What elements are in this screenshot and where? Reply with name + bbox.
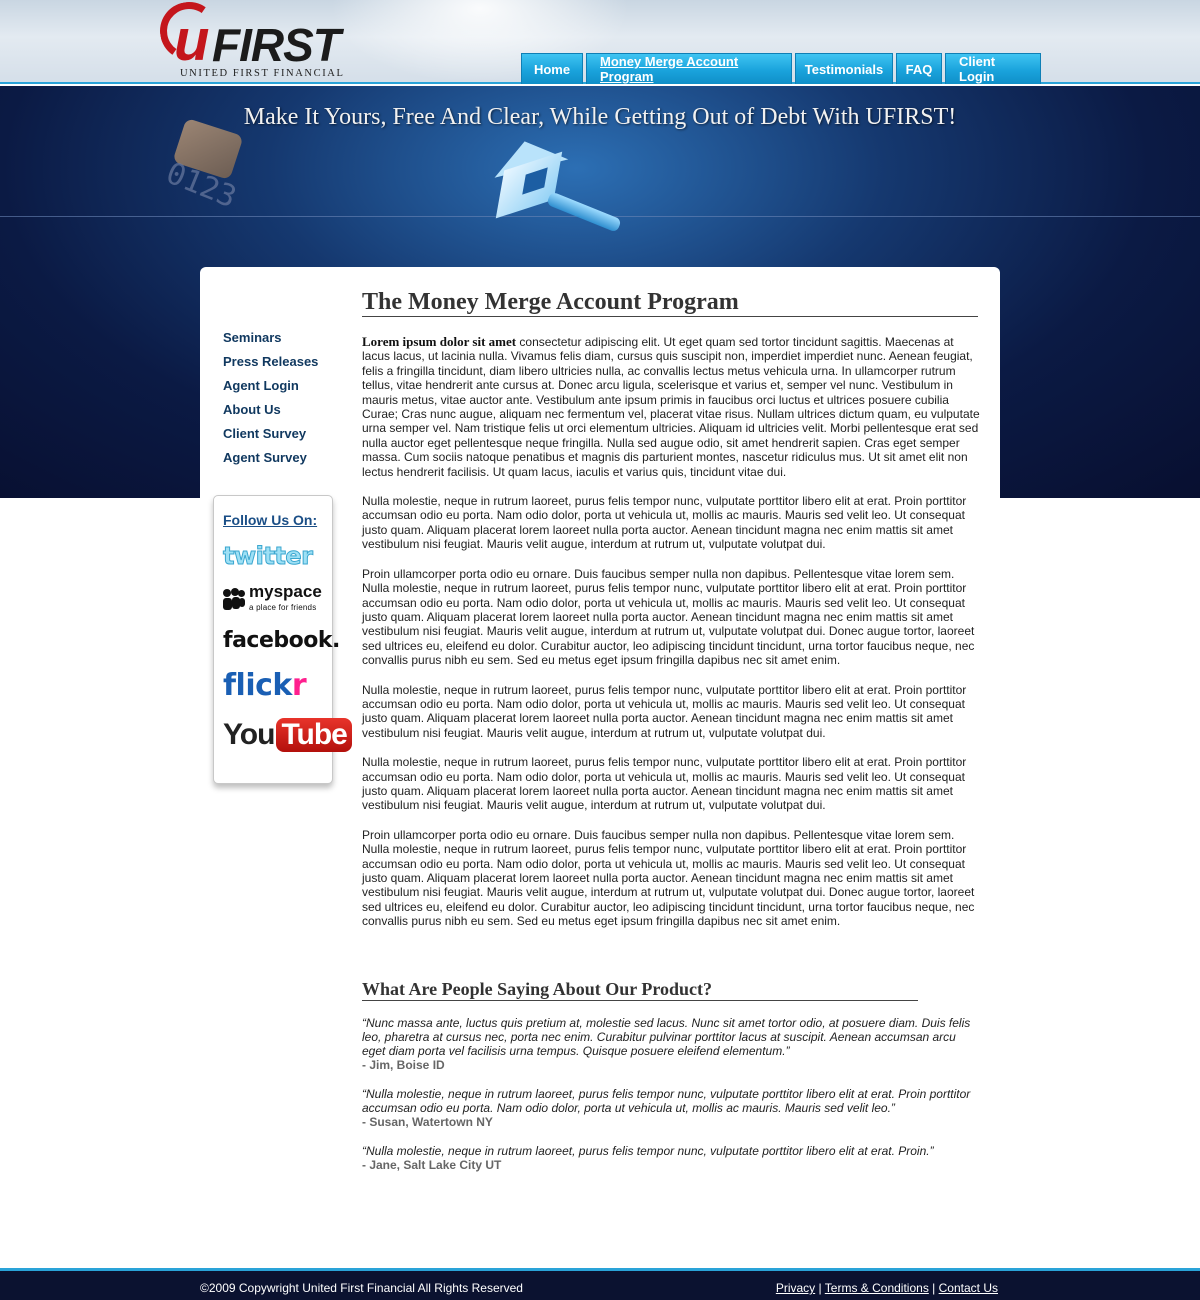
testimonial-quote: “Nulla molestie, neque in rutrum laoreet… [362, 1086, 971, 1115]
flickr-wordmark-a: flick [223, 668, 292, 703]
logo-u-letter: u [174, 8, 210, 73]
myspace-tagline: a place for friends [249, 603, 317, 612]
house-key-icon [487, 132, 628, 241]
body-paragraph-4: Nulla molestie, neque in rutrum laoreet,… [362, 682, 967, 740]
nav-home[interactable]: Home [521, 53, 583, 84]
nav-client-login[interactable]: Client Login [945, 53, 1041, 84]
body-paragraph-5: Nulla molestie, neque in rutrum laoreet,… [362, 755, 967, 813]
youtube-icon[interactable]: You Tube [223, 718, 352, 752]
myspace-wordmark: myspace [249, 582, 322, 601]
sidebar-item-seminars[interactable]: Seminars [223, 329, 318, 353]
copyright-text: ©2009 Copywright United First Financial … [200, 1281, 523, 1295]
site-header: u FIRST UNITED FIRST FINANCIAL Home Mone… [0, 0, 1200, 84]
sidebar-item-agent-survey[interactable]: Agent Survey [223, 449, 318, 473]
youtube-wordmark-a: You [223, 718, 275, 751]
footer-link-terms[interactable]: Terms & Conditions [825, 1281, 929, 1295]
follow-us-box: Follow Us On: twitter myspace a place fo… [213, 495, 352, 784]
site-footer: ©2009 Copywright United First Financial … [0, 1268, 1200, 1300]
sidebar-item-agent-login[interactable]: Agent Login [223, 377, 318, 401]
testimonial-quote: “Nulla molestie, neque in rutrum laoreet… [362, 1143, 934, 1158]
logo-subtitle: UNITED FIRST FINANCIAL [180, 68, 345, 79]
facebook-icon[interactable]: facebook. [223, 628, 340, 653]
intro-body: consectetur adipiscing elit. Ut eget qua… [362, 335, 980, 479]
ufirst-logo[interactable]: u FIRST UNITED FIRST FINANCIAL [155, 0, 360, 80]
intro-paragraph: Lorem ipsum dolor sit amet consectetur a… [362, 334, 982, 479]
flickr-icon[interactable]: flick r [223, 668, 307, 703]
testimonial-author: - Jane, Salt Lake City UT [362, 1157, 502, 1172]
sidebar-item-client-survey[interactable]: Client Survey [223, 425, 318, 449]
nav-faq[interactable]: FAQ [896, 53, 942, 84]
page-title: The Money Merge Account Program [362, 289, 978, 317]
footer-links: Privacy | Terms & Conditions | Contact U… [776, 1281, 998, 1295]
sidebar-nav: Seminars Press Releases Agent Login Abou… [223, 329, 318, 473]
footer-separator: | [932, 1281, 936, 1295]
content-panel: Seminars Press Releases Agent Login Abou… [200, 267, 1000, 1267]
testimonials-title: What Are People Saying About Our Product… [362, 979, 918, 1001]
main-column: The Money Merge Account Program Lorem ip… [362, 289, 982, 1172]
footer-link-privacy[interactable]: Privacy [776, 1281, 815, 1295]
intro-lead: Lorem ipsum dolor sit amet [362, 334, 517, 349]
testimonial-item: “Nunc massa ante, luctus quis pretium at… [362, 1016, 982, 1072]
myspace-people-icon [223, 588, 245, 611]
sidebar-item-about-us[interactable]: About Us [223, 401, 318, 425]
twitter-icon[interactable]: twitter [222, 542, 313, 571]
nav-money-merge[interactable]: Money Merge Account Program [586, 53, 792, 84]
myspace-icon[interactable]: myspace a place for friends [223, 582, 322, 616]
logo-wordmark: FIRST [212, 19, 341, 71]
testimonial-item: “Nulla molestie, neque in rutrum laoreet… [362, 1144, 982, 1172]
testimonial-author: - Susan, Watertown NY [362, 1114, 493, 1129]
main-nav: Home Money Merge Account Program Testimo… [521, 53, 1041, 84]
body-paragraph-6: Proin ullamcorper porta odio eu ornare. … [362, 827, 975, 929]
footer-separator: | [818, 1281, 822, 1295]
testimonial-item: “Nulla molestie, neque in rutrum laoreet… [362, 1087, 982, 1129]
banner-headline: Make It Yours, Free And Clear, While Get… [243, 104, 957, 130]
sidebar-item-press-releases[interactable]: Press Releases [223, 353, 318, 377]
footer-link-contact[interactable]: Contact Us [939, 1281, 998, 1295]
testimonial-author: - Jim, Boise ID [362, 1057, 445, 1072]
nav-testimonials[interactable]: Testimonials [795, 53, 893, 84]
body-paragraph-2: Nulla molestie, neque in rutrum laoreet,… [362, 494, 967, 552]
flickr-wordmark-b: r [291, 668, 307, 703]
follow-us-title: Follow Us On: [223, 512, 318, 528]
youtube-wordmark-b: Tube [276, 718, 352, 752]
testimonial-quote: “Nunc massa ante, luctus quis pretium at… [362, 1015, 971, 1058]
body-paragraph-3: Proin ullamcorper porta odio eu ornare. … [362, 566, 975, 668]
